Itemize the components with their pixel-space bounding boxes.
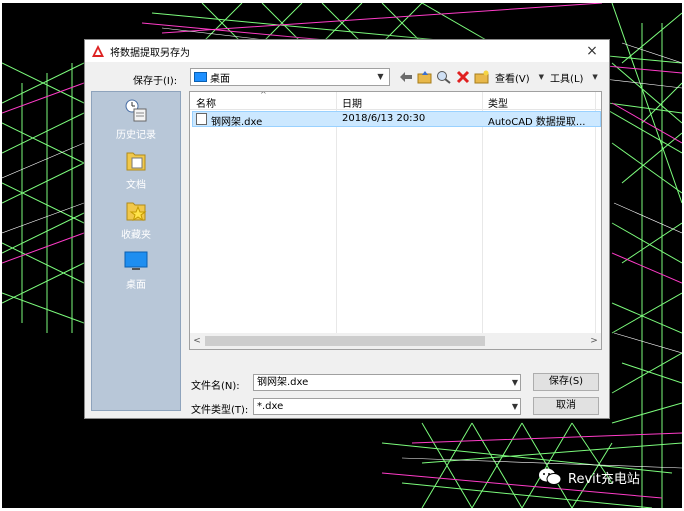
chevron-down-icon[interactable]: ▼: [592, 73, 597, 81]
dialog-toolbar: 查看(V) ▼ 工具(L) ▼: [397, 67, 601, 87]
filename-label: 文件名(N):: [191, 381, 240, 392]
watermark-text: Revit充电站: [568, 471, 640, 487]
file-list-header: 名称 ^ 日期 类型: [190, 92, 601, 110]
back-button[interactable]: [397, 68, 415, 86]
scrollbar-thumb[interactable]: [205, 336, 485, 346]
chevron-down-icon[interactable]: ▼: [512, 399, 518, 414]
filename-value: 钢网架.dxe: [257, 377, 309, 388]
sort-up-icon: ^: [260, 91, 267, 99]
scroll-right-icon[interactable]: >: [587, 334, 601, 348]
dialog-title: 将数据提取另存为: [110, 47, 190, 59]
chevron-down-icon[interactable]: ▼: [539, 73, 544, 81]
save-button[interactable]: 保存(S): [533, 373, 599, 391]
autocad-logo-icon: [92, 45, 104, 57]
wechat-icon: [539, 468, 562, 485]
column-header-date[interactable]: 日期: [342, 95, 362, 110]
places-bar: 历史记录 文档 收藏夹 桌面: [91, 91, 181, 411]
filetype-dropdown[interactable]: *.dxe ▼: [253, 398, 521, 415]
filetype-value: *.dxe: [257, 401, 284, 412]
history-icon: [125, 99, 147, 122]
cancel-button[interactable]: 取消: [533, 397, 599, 415]
file-name: 钢网架.dxe: [211, 117, 263, 128]
place-history[interactable]: 历史记录: [92, 98, 180, 141]
documents-icon: [126, 152, 146, 171]
file-date: 2018/6/13 20:30: [342, 113, 426, 124]
place-desktop[interactable]: 桌面: [92, 248, 180, 291]
delete-button[interactable]: [454, 68, 472, 86]
column-header-name[interactable]: 名称: [196, 95, 216, 110]
file-icon: [196, 113, 207, 125]
up-folder-icon: [417, 71, 432, 84]
desktop-icon: [124, 251, 148, 270]
place-favorites[interactable]: 收藏夹: [92, 198, 180, 241]
place-label: 收藏夹: [121, 230, 151, 241]
watermark: Revit充电站: [538, 466, 640, 488]
column-divider: [482, 92, 483, 349]
filetype-label: 文件类型(T):: [191, 405, 249, 416]
save-in-label: 保存于(I):: [133, 76, 178, 87]
up-folder-button[interactable]: [416, 68, 434, 86]
tools-menu[interactable]: 工具(L): [550, 70, 583, 85]
scroll-left-icon[interactable]: <: [190, 334, 204, 348]
close-icon[interactable]: ×: [583, 42, 601, 60]
desktop-folder-icon: [194, 72, 207, 82]
column-header-type[interactable]: 类型: [488, 95, 508, 110]
search-web-button[interactable]: [435, 68, 453, 86]
file-type: AutoCAD 数据提取...: [488, 117, 586, 128]
place-label: 历史记录: [116, 130, 156, 141]
delete-x-icon: [456, 70, 470, 84]
place-label: 文档: [126, 180, 146, 191]
new-folder-button[interactable]: [473, 68, 491, 86]
column-divider: [595, 92, 596, 349]
new-folder-icon: [474, 70, 489, 84]
file-list[interactable]: 名称 ^ 日期 类型 钢网架.dxe 2018/6/13 20:30 AutoC…: [189, 91, 602, 350]
back-arrow-icon: [400, 72, 412, 82]
search-icon: [437, 71, 451, 84]
place-label: 桌面: [126, 280, 146, 291]
file-row[interactable]: 钢网架.dxe 2018/6/13 20:30 AutoCAD 数据提取...: [192, 111, 601, 128]
chevron-down-icon[interactable]: ▼: [374, 70, 387, 84]
save-in-value: 桌面: [210, 73, 230, 85]
filename-input[interactable]: 钢网架.dxe ▼: [253, 374, 521, 391]
place-documents[interactable]: 文档: [92, 148, 180, 191]
dialog-titlebar[interactable]: 将数据提取另存为 ×: [85, 40, 609, 62]
favorites-icon: [126, 202, 147, 222]
chevron-down-icon[interactable]: ▼: [512, 375, 518, 390]
horizontal-scrollbar[interactable]: < >: [190, 333, 601, 349]
column-divider: [336, 92, 337, 349]
view-menu[interactable]: 查看(V): [495, 70, 530, 85]
save-in-dropdown[interactable]: 桌面 ▼: [190, 68, 390, 86]
save-as-dialog: 将数据提取另存为 × 保存于(I): 桌面 ▼ 查看(V) ▼ 工具(L) ▼: [84, 39, 610, 419]
